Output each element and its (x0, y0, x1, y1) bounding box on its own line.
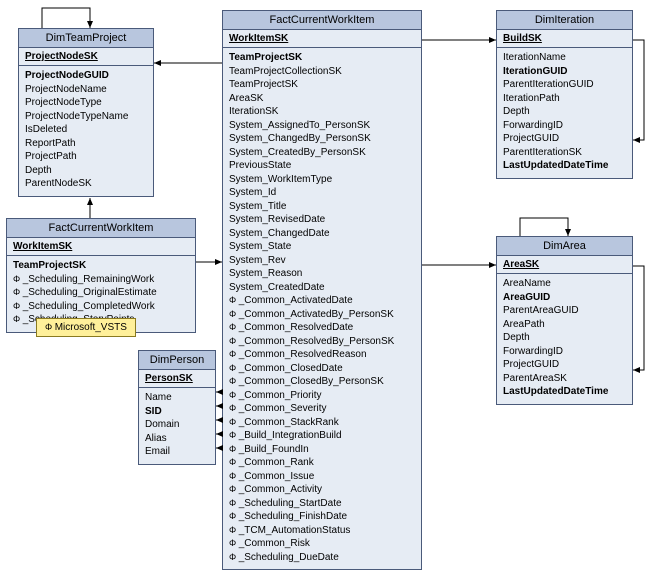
attr-row: _Common_ActivatedBy_PersonSK (229, 308, 415, 322)
entity-pk: ProjectNodeSK (19, 48, 153, 66)
attr-row: _Common_Risk (229, 537, 415, 551)
attr-row: TeamProjectSK (229, 51, 415, 65)
attr-row: ForwardingID (503, 345, 626, 359)
attr-row: System_State (229, 240, 415, 254)
entity-pk: PersonSK (139, 370, 215, 388)
attr-row: ForwardingID (503, 119, 626, 133)
attr-row: _Common_Severity (229, 402, 415, 416)
attr-row: _Common_ActivatedDate (229, 294, 415, 308)
attr-row: _Common_ResolvedReason (229, 348, 415, 362)
attr-row: _Common_StackRank (229, 416, 415, 430)
attr-row: _Common_Priority (229, 389, 415, 403)
attr-row: ProjectNodeName (25, 83, 147, 97)
attr-row: _Common_ResolvedBy_PersonSK (229, 335, 415, 349)
entity-attrs: AreaNameAreaGUIDParentAreaGUIDAreaPathDe… (497, 274, 632, 404)
entity-factcurrentworkitem-small: FactCurrentWorkItem WorkItemSK TeamProje… (6, 218, 196, 333)
attr-row: SID (145, 405, 209, 419)
attr-row: Domain (145, 418, 209, 432)
attr-row: Email (145, 445, 209, 459)
attr-row: TeamProjectSK (229, 78, 415, 92)
attr-row: IsDeleted (25, 123, 147, 137)
attr-row: _Build_FoundIn (229, 443, 415, 457)
attr-row: LastUpdatedDateTime (503, 385, 626, 399)
attr-row: IterationName (503, 51, 626, 65)
attr-row: _Build_IntegrationBuild (229, 429, 415, 443)
attr-row: ParentIterationSK (503, 146, 626, 160)
attr-row: AreaName (503, 277, 626, 291)
attr-row: ProjectGUID (503, 132, 626, 146)
attr-row: _Common_Rank (229, 456, 415, 470)
attr-row: System_CreatedBy_PersonSK (229, 146, 415, 160)
attr-row: AreaSK (229, 92, 415, 106)
attr-row: System_Reason (229, 267, 415, 281)
attr-row: AreaPath (503, 318, 626, 332)
attr-row: _Scheduling_StartDate (229, 497, 415, 511)
entity-dimiteration: DimIteration BuildSK IterationNameIterat… (496, 10, 633, 179)
entity-attrs: TeamProjectSKTeamProjectCollectionSKTeam… (223, 48, 421, 569)
attr-row: _Scheduling_RemainingWork (13, 273, 189, 287)
attr-row: System_Id (229, 186, 415, 200)
attr-row: Depth (25, 164, 147, 178)
attr-row: _Common_Issue (229, 470, 415, 484)
entity-pk: WorkItemSK (223, 30, 421, 48)
attr-row: Name (145, 391, 209, 405)
attr-row: IterationPath (503, 92, 626, 106)
attr-row: System_ChangedBy_PersonSK (229, 132, 415, 146)
attr-row: TeamProjectSK (13, 259, 189, 273)
legend-note: Microsoft_VSTS (36, 318, 136, 337)
attr-row: ProjectPath (25, 150, 147, 164)
attr-row: _Common_ClosedDate (229, 362, 415, 376)
attr-row: Depth (503, 331, 626, 345)
attr-row: System_WorkItemType (229, 173, 415, 187)
attr-row: System_CreatedDate (229, 281, 415, 295)
attr-row: Alias (145, 432, 209, 446)
attr-row: System_RevisedDate (229, 213, 415, 227)
attr-row: LastUpdatedDateTime (503, 159, 626, 173)
attr-row: ReportPath (25, 137, 147, 151)
attr-row: System_Title (229, 200, 415, 214)
attr-row: System_AssignedTo_PersonSK (229, 119, 415, 133)
attr-row: System_ChangedDate (229, 227, 415, 241)
entity-pk: AreaSK (497, 256, 632, 274)
attr-row: ProjectNodeGUID (25, 69, 147, 83)
entity-title: FactCurrentWorkItem (7, 219, 195, 238)
attr-row: ProjectGUID (503, 358, 626, 372)
entity-dimperson: DimPerson PersonSK NameSIDDomainAliasEma… (138, 350, 216, 465)
attr-row: AreaGUID (503, 291, 626, 305)
attr-row: _Scheduling_FinishDate (229, 510, 415, 524)
attr-row: _Common_ClosedBy_PersonSK (229, 375, 415, 389)
attr-row: ParentNodeSK (25, 177, 147, 191)
entity-title: DimIteration (497, 11, 632, 30)
entity-attrs: NameSIDDomainAliasEmail (139, 388, 215, 464)
entity-title: DimArea (497, 237, 632, 256)
entity-title: FactCurrentWorkItem (223, 11, 421, 30)
entity-pk: WorkItemSK (7, 238, 195, 256)
attr-row: _Scheduling_CompletedWork (13, 300, 189, 314)
attr-row: ProjectNodeType (25, 96, 147, 110)
attr-row: IterationSK (229, 105, 415, 119)
attr-row: ParentAreaGUID (503, 304, 626, 318)
entity-factcurrentworkitem-big: FactCurrentWorkItem WorkItemSK TeamProje… (222, 10, 422, 570)
attr-row: _Common_Activity (229, 483, 415, 497)
attr-row: ProjectNodeTypeName (25, 110, 147, 124)
entity-pk: BuildSK (497, 30, 632, 48)
attr-row: ParentIterationGUID (503, 78, 626, 92)
entity-title: DimPerson (139, 351, 215, 370)
entity-attrs: ProjectNodeGUIDProjectNodeNameProjectNod… (19, 66, 153, 196)
attr-row: PreviousState (229, 159, 415, 173)
attr-row: _Scheduling_OriginalEstimate (13, 286, 189, 300)
attr-row: ParentAreaSK (503, 372, 626, 386)
attr-row: Depth (503, 105, 626, 119)
attr-row: TeamProjectCollectionSK (229, 65, 415, 79)
entity-title: DimTeamProject (19, 29, 153, 48)
entity-dimteamproject: DimTeamProject ProjectNodeSK ProjectNode… (18, 28, 154, 197)
attr-row: _TCM_AutomationStatus (229, 524, 415, 538)
attr-row: IterationGUID (503, 65, 626, 79)
entity-attrs: IterationNameIterationGUIDParentIteratio… (497, 48, 632, 178)
attr-row: System_Rev (229, 254, 415, 268)
attr-row: _Scheduling_DueDate (229, 551, 415, 565)
attr-row: _Common_ResolvedDate (229, 321, 415, 335)
entity-dimarea: DimArea AreaSK AreaNameAreaGUIDParentAre… (496, 236, 633, 405)
